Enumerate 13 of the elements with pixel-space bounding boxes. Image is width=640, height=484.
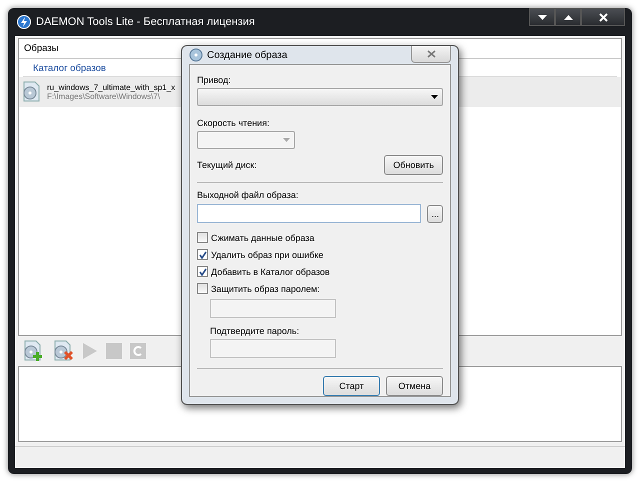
current-disc-label: Текущий диск: bbox=[197, 160, 257, 170]
drive-label: Привод: bbox=[197, 75, 232, 85]
speed-label: Скорость чтения: bbox=[197, 118, 270, 128]
checkbox-label: Удалить образ при ошибке bbox=[211, 250, 324, 260]
image-path: F:\Images\Software\Windows\7\ bbox=[47, 92, 161, 101]
dialog-title: Создание образа bbox=[207, 50, 288, 60]
checkbox-label: Добавить в Каталог образов bbox=[211, 266, 330, 276]
checkbox-label: Сжимать данные образа bbox=[211, 232, 314, 242]
checkbox-label: Защитить образ паролем: bbox=[211, 284, 320, 294]
confirm-password-label: Подтвердите пароль: bbox=[210, 326, 300, 336]
image-name: ru_windows_7_ultimate_with_sp1_x bbox=[47, 83, 176, 92]
output-file-label: Выходной файл образа: bbox=[197, 190, 300, 200]
window-title: DAEMON Tools Lite - Бесплатная лицензия bbox=[36, 16, 255, 28]
